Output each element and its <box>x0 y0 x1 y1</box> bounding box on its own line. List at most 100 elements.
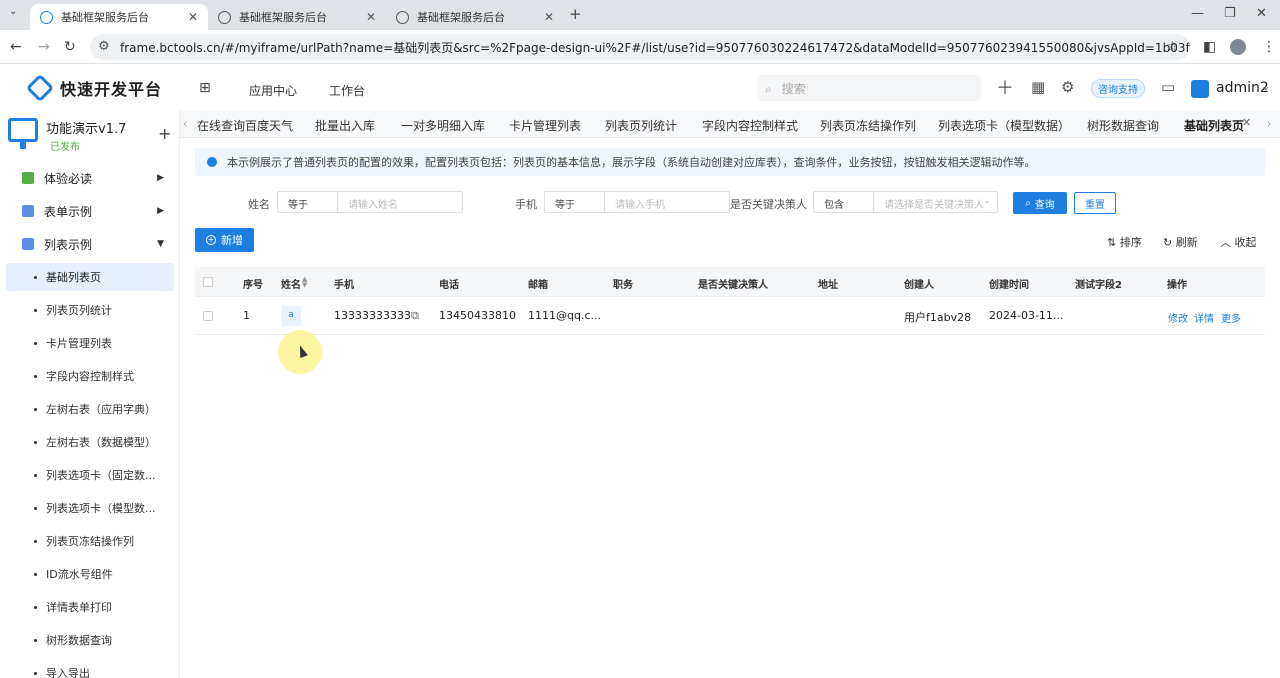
grid-icon[interactable]: ▦ <box>1031 78 1045 96</box>
minimize-icon[interactable]: — <box>1191 6 1204 21</box>
tabs-scroll-right-icon[interactable]: › <box>1267 117 1271 130</box>
chevron-down-icon[interactable]: ⌄ <box>1261 80 1270 93</box>
tabs-scroll-left-icon[interactable]: ‹ <box>183 117 187 130</box>
reload-icon[interactable]: ↻ <box>64 39 76 55</box>
browser-tab-2[interactable]: 基础框架服务后台 ✕ <box>208 4 386 30</box>
detail-link[interactable]: 详情 <box>1194 310 1214 325</box>
sidebar-item[interactable]: 树形数据查询 <box>6 626 174 654</box>
page-tab-active[interactable]: 基础列表页 <box>1184 117 1244 134</box>
filter-op-mobile[interactable]: 等于 <box>544 191 605 213</box>
sidebar-item[interactable]: 列表选项卡（固定数... <box>6 461 174 489</box>
filter-input-mobile[interactable]: 请输入手机 <box>605 191 730 213</box>
sidebar-item[interactable]: 卡片管理列表 <box>6 329 174 357</box>
select-chevron-icon: ⌄ <box>983 196 991 206</box>
select-all-checkbox[interactable] <box>203 277 213 287</box>
refresh-label: 刷新 <box>1175 236 1198 249</box>
page-tab[interactable]: 列表页冻结操作列 <box>820 117 916 134</box>
column-header: 职务 <box>613 280 633 291</box>
plus-icon[interactable]: ＋ <box>996 74 1014 100</box>
sidebar-item[interactable]: 列表页冻结操作列 <box>6 527 174 555</box>
sidebar-item[interactable]: 左树右表（数据模型） <box>6 428 174 456</box>
sidebar-item[interactable]: 列表选项卡（模型数... <box>6 494 174 522</box>
sort-button[interactable]: ⇅ 排序 <box>1107 234 1142 250</box>
edit-link[interactable]: 修改 <box>1168 310 1188 325</box>
filter-op-name[interactable]: 等于 <box>277 191 338 213</box>
tab-list-chevron-icon[interactable]: ⌄ <box>9 6 17 17</box>
reset-button[interactable]: 重置 <box>1074 192 1116 214</box>
browser-tab-title: 基础框架服务后台 <box>239 11 327 24</box>
column-header: 电话 <box>439 280 459 291</box>
bookmark-star-icon[interactable]: ☆ <box>1166 39 1179 55</box>
close-window-icon[interactable]: ✕ <box>1256 6 1267 21</box>
sidepanel-icon[interactable]: ◧ <box>1203 39 1216 55</box>
gear-icon[interactable]: ⚙ <box>1061 78 1074 96</box>
browser-tab-3[interactable]: 基础框架服务后台 ✕ <box>386 4 564 30</box>
sidebar-group-forms[interactable]: 表单示例 ▶ <box>0 197 179 225</box>
sidebar-item[interactable]: 列表页列统计 <box>6 296 174 324</box>
table-row[interactable]: 1 a 13333333333 ⧉ 13450433810 1111@qq.c.… <box>195 297 1265 335</box>
sidebar-item[interactable]: 左树右表（应用字典） <box>6 395 174 423</box>
support-badge[interactable]: 咨询支持 <box>1091 79 1145 98</box>
new-tab-button[interactable]: + <box>569 5 582 23</box>
column-header: 手机 <box>334 280 354 291</box>
filter-input-name[interactable]: 请输入姓名 <box>338 191 463 213</box>
column-header[interactable]: 姓名 <box>281 276 301 291</box>
message-icon[interactable]: ▭ <box>1161 78 1175 96</box>
sidebar-item-basic-list[interactable]: 基础列表页 <box>6 263 174 291</box>
search-input[interactable]: ⌕ 搜索 <box>757 75 981 101</box>
sidebar-item[interactable]: 导入导出 <box>6 659 174 678</box>
sort-arrows-icon[interactable]: ▲ ▼ <box>302 276 307 289</box>
page-tab[interactable]: 卡片管理列表 <box>509 117 581 134</box>
browser-menu-icon[interactable]: ⋮ <box>1262 39 1276 55</box>
column-header: 序号 <box>243 280 263 291</box>
app-selector[interactable]: 功能演示v1.7 已发布 + <box>0 110 179 160</box>
table-header: 序号 姓名 ▲ ▼ 手机 电话 邮箱 职务 是否关键决策人 地址 创建人 创建时间… <box>195 267 1265 297</box>
filter-op-decision-maker[interactable]: 包含 <box>813 191 874 213</box>
column-header: 创建时间 <box>989 280 1029 291</box>
column-header: 操作 <box>1167 280 1187 291</box>
browser-tab-1[interactable]: 基础框架服务后台 ✕ <box>30 4 208 30</box>
folder-icon <box>22 238 34 250</box>
avatar[interactable] <box>1191 80 1209 98</box>
collapse-button[interactable]: ︿ 收起 <box>1220 234 1257 250</box>
forward-icon[interactable]: → <box>38 39 50 55</box>
back-icon[interactable]: ← <box>10 39 22 55</box>
page-tab[interactable]: 在线查询百度天气 <box>197 117 293 134</box>
row-checkbox[interactable] <box>203 311 213 321</box>
add-icon[interactable]: + <box>158 124 171 143</box>
url-field[interactable]: ⚙ frame.bctools.cn/#/myiframe/urlPath?na… <box>90 34 1190 60</box>
refresh-button[interactable]: ↻ 刷新 <box>1163 234 1198 250</box>
close-tab-icon[interactable]: ✕ <box>188 10 198 24</box>
page-tab[interactable]: 一对多明细入库 <box>401 117 485 134</box>
more-link[interactable]: 更多 <box>1221 310 1241 325</box>
copy-icon[interactable]: ⧉ <box>411 309 419 323</box>
query-button[interactable]: ⌕ 查询 <box>1013 192 1067 214</box>
apps-grid-icon[interactable]: ⊞ <box>199 80 211 96</box>
add-button[interactable]: + 新增 <box>195 228 254 252</box>
site-info-icon[interactable]: ⚙ <box>98 39 110 54</box>
sidebar-item[interactable]: 字段内容控制样式 <box>6 362 174 390</box>
profile-avatar[interactable] <box>1230 39 1246 55</box>
sort-icon: ⇅ <box>1107 236 1117 249</box>
sort-label: 排序 <box>1119 236 1142 249</box>
nav-workbench[interactable]: 工作台 <box>329 82 365 99</box>
close-tab-icon[interactable]: ✕ <box>366 10 376 24</box>
page-tab[interactable]: 字段内容控制样式 <box>702 117 798 134</box>
filter-label-name: 姓名 <box>248 198 270 211</box>
page-tab[interactable]: 树形数据查询 <box>1087 117 1159 134</box>
logo[interactable]: 快速开发平台 <box>25 73 162 103</box>
nav-app-center[interactable]: 应用中心 <box>249 82 297 99</box>
maximize-icon[interactable]: ❐ <box>1224 6 1236 21</box>
cell-name-tag[interactable]: a <box>281 306 301 326</box>
close-tab-icon[interactable]: ✕ <box>544 10 554 24</box>
page-tab[interactable]: 列表选项卡（模型数据） <box>938 117 1070 134</box>
sidebar-item[interactable]: ID流水号组件 <box>6 560 174 588</box>
page-tab[interactable]: 批量出入库 <box>315 117 375 134</box>
caret-down-icon: ▼ <box>157 239 164 249</box>
sidebar-group-lists[interactable]: 列表示例 ▼ <box>0 230 179 258</box>
sidebar-item[interactable]: 详情表单打印 <box>6 593 174 621</box>
sidebar-group-experience[interactable]: 体验必读 ▶ <box>0 164 179 192</box>
filter-select-decision-maker[interactable]: 请选择是否关键决策人 <box>874 191 998 213</box>
close-tab-icon[interactable]: ✕ <box>1242 116 1251 129</box>
page-tab[interactable]: 列表页列统计 <box>605 117 677 134</box>
